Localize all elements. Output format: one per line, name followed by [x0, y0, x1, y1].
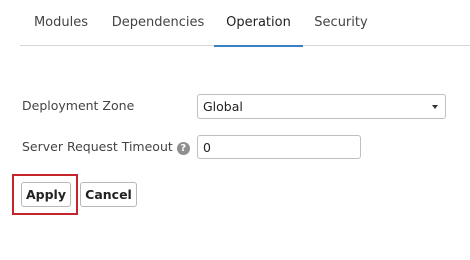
- apply-button[interactable]: Apply: [21, 182, 71, 207]
- tab-dependencies[interactable]: Dependencies: [102, 0, 214, 46]
- tab-security[interactable]: Security: [303, 0, 379, 46]
- server-request-timeout-label: Server Request Timeout: [22, 139, 173, 154]
- cancel-button[interactable]: Cancel: [80, 182, 137, 207]
- tab-operation[interactable]: Operation: [214, 0, 303, 47]
- tab-bar: Modules Dependencies Operation Security: [20, 0, 470, 47]
- server-request-timeout-input[interactable]: [197, 135, 361, 159]
- tab-modules[interactable]: Modules: [20, 0, 102, 46]
- server-request-timeout-label-group: Server Request Timeout?: [22, 139, 190, 155]
- deployment-zone-select[interactable]: Global: [197, 94, 446, 119]
- deployment-zone-value: Global: [203, 99, 243, 114]
- help-icon[interactable]: ?: [176, 142, 190, 155]
- chevron-down-icon: [432, 105, 438, 109]
- deployment-zone-label: Deployment Zone: [22, 98, 135, 113]
